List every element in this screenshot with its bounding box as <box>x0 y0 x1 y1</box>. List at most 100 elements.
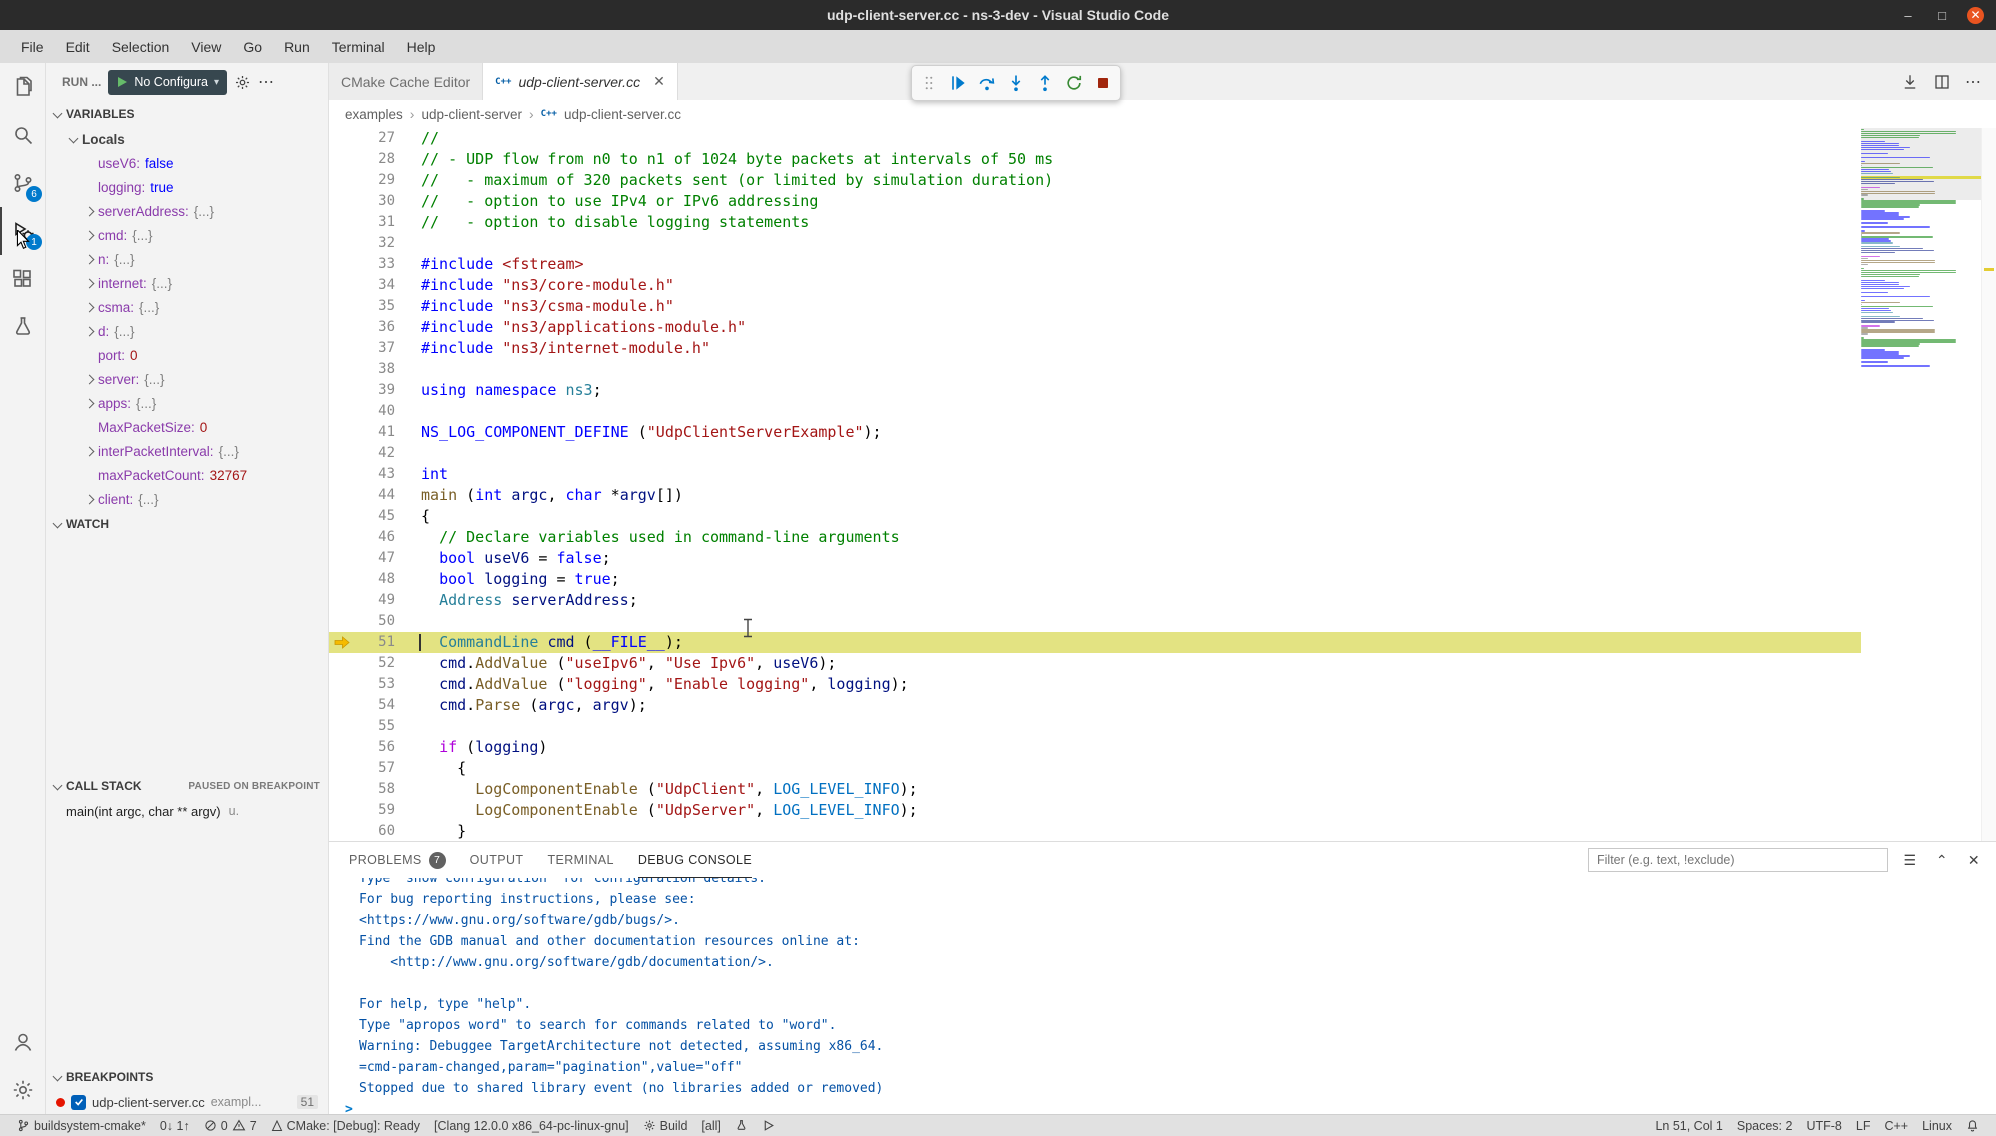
code-line[interactable]: 50 <box>329 611 1861 632</box>
breakpoint-gutter[interactable] <box>329 590 355 611</box>
code-line[interactable]: 60 } <box>329 821 1861 841</box>
breakpoint-gutter[interactable] <box>329 443 355 464</box>
os-item[interactable]: Linux <box>1915 1115 1959 1136</box>
code-line[interactable]: 53 cmd.AddValue ("logging", "Enable logg… <box>329 674 1861 695</box>
code-lines[interactable]: 27//28// - UDP flow from n0 to n1 of 102… <box>329 128 1861 841</box>
breakpoint-gutter[interactable] <box>329 779 355 800</box>
activity-extensions[interactable] <box>0 255 45 303</box>
breakpoint-gutter[interactable] <box>329 317 355 338</box>
code-line[interactable]: 44main (int argc, char *argv[]) <box>329 485 1861 506</box>
overview-ruler[interactable] <box>1981 128 1996 841</box>
cmake-kit-item[interactable]: [Clang 12.0.0 x86_64-pc-linux-gnu] <box>427 1115 636 1136</box>
variable-row[interactable]: d:{...} <box>46 319 328 343</box>
close-button[interactable]: ✕ <box>1967 7 1984 24</box>
variable-row[interactable]: useV6:false <box>46 151 328 175</box>
menu-selection[interactable]: Selection <box>101 30 181 63</box>
code-line[interactable]: 57 { <box>329 758 1861 779</box>
breakpoint-row[interactable]: udp-client-server.cc exampl... 51 <box>46 1090 328 1114</box>
code-line[interactable]: 38 <box>329 359 1861 380</box>
menu-edit[interactable]: Edit <box>55 30 101 63</box>
breakpoint-gutter[interactable] <box>329 800 355 821</box>
breakpoint-gutter[interactable] <box>329 506 355 527</box>
activity-accounts[interactable] <box>0 1018 45 1066</box>
code-line[interactable]: 32 <box>329 233 1861 254</box>
code-line[interactable]: 46 // Declare variables used in command-… <box>329 527 1861 548</box>
breakpoint-gutter[interactable] <box>329 695 355 716</box>
variable-row[interactable]: interPacketInterval:{...} <box>46 439 328 463</box>
language-mode-item[interactable]: C++ <box>1877 1115 1915 1136</box>
code-line[interactable]: 39using namespace ns3; <box>329 380 1861 401</box>
variable-row[interactable]: logging:true <box>46 175 328 199</box>
stack-frame[interactable]: main(int argc, char ** argv) u. <box>46 799 328 823</box>
breakpoint-gutter[interactable] <box>329 653 355 674</box>
stop-button[interactable] <box>1090 70 1116 96</box>
breakpoint-gutter[interactable] <box>329 359 355 380</box>
cursor-position-item[interactable]: Ln 51, Col 1 <box>1648 1115 1729 1136</box>
code-line[interactable]: 51 CommandLine cmd (__FILE__); <box>329 632 1861 653</box>
activity-testing[interactable] <box>0 303 45 351</box>
ctest-item[interactable] <box>728 1115 755 1136</box>
code-line[interactable]: 49 Address serverAddress; <box>329 590 1861 611</box>
variable-row[interactable]: n:{...} <box>46 247 328 271</box>
activity-run-debug[interactable]: 1 <box>0 207 45 255</box>
breakpoint-gutter[interactable] <box>329 569 355 590</box>
launch-config-dropdown[interactable]: No Configura ▾ <box>108 70 227 95</box>
breakpoint-gutter[interactable] <box>329 737 355 758</box>
variable-row[interactable]: apps:{...} <box>46 391 328 415</box>
breakpoint-gutter[interactable] <box>329 212 355 233</box>
breakpoint-gutter[interactable] <box>329 254 355 275</box>
code-line[interactable]: 30// - option to use IPv4 or IPv6 addres… <box>329 191 1861 212</box>
step-out-button[interactable] <box>1032 70 1058 96</box>
breakpoint-gutter[interactable] <box>329 674 355 695</box>
code-line[interactable]: 47 bool useV6 = false; <box>329 548 1861 569</box>
tab-udp-client-server[interactable]: C++ udp-client-server.cc ✕ <box>483 63 678 100</box>
code-line[interactable]: 42 <box>329 443 1861 464</box>
clear-console-icon[interactable]: ☰ <box>1900 852 1920 869</box>
menu-view[interactable]: View <box>180 30 232 63</box>
code-line[interactable]: 31// - option to disable logging stateme… <box>329 212 1861 233</box>
variable-row[interactable]: cmd:{...} <box>46 223 328 247</box>
tab-output[interactable]: OUTPUT <box>470 842 524 878</box>
breakpoint-gutter[interactable] <box>329 380 355 401</box>
console-filter-input[interactable] <box>1588 848 1888 872</box>
build-target-item[interactable]: [all] <box>694 1115 727 1136</box>
breadcrumb-item[interactable]: examples <box>345 107 403 122</box>
scope-locals[interactable]: Locals <box>46 127 328 151</box>
variable-row[interactable]: csma:{...} <box>46 295 328 319</box>
close-tab-icon[interactable]: ✕ <box>653 73 665 90</box>
menu-run[interactable]: Run <box>273 30 321 63</box>
code-line[interactable]: 27// <box>329 128 1861 149</box>
breakpoint-gutter[interactable] <box>329 758 355 779</box>
activity-search[interactable] <box>0 111 45 159</box>
cmake-status-item[interactable]: CMake: [Debug]: Ready <box>264 1115 427 1136</box>
tab-debug-console[interactable]: DEBUG CONSOLE <box>638 842 752 878</box>
activity-explorer[interactable] <box>0 63 45 111</box>
more-actions-icon[interactable]: ⋯ <box>258 72 275 92</box>
minimap[interactable] <box>1861 128 1981 841</box>
maximize-panel-icon[interactable]: ⌃ <box>1932 852 1952 869</box>
close-panel-icon[interactable]: ✕ <box>1964 852 1984 869</box>
variable-row[interactable]: internet:{...} <box>46 271 328 295</box>
breakpoint-gutter[interactable] <box>329 275 355 296</box>
step-over-button[interactable] <box>974 70 1000 96</box>
code-line[interactable]: 54 cmd.Parse (argc, argv); <box>329 695 1861 716</box>
code-line[interactable]: 33#include <fstream> <box>329 254 1861 275</box>
restart-button[interactable] <box>1061 70 1087 96</box>
sync-item[interactable]: 0↓ 1↑ <box>153 1115 197 1136</box>
encoding-item[interactable]: UTF-8 <box>1799 1115 1848 1136</box>
section-variables[interactable]: VARIABLES <box>46 101 328 127</box>
run-file-icon[interactable] <box>1901 73 1919 91</box>
section-watch[interactable]: WATCH <box>46 511 328 537</box>
continue-button[interactable] <box>945 70 971 96</box>
code-line[interactable]: 43int <box>329 464 1861 485</box>
breakpoint-gutter[interactable] <box>329 422 355 443</box>
breakpoint-gutter[interactable] <box>329 527 355 548</box>
maximize-button[interactable]: □ <box>1933 6 1951 24</box>
breakpoint-gutter[interactable] <box>329 821 355 841</box>
cmake-build-item[interactable]: Build <box>636 1115 695 1136</box>
indentation-item[interactable]: Spaces: 2 <box>1730 1115 1800 1136</box>
breakpoint-gutter[interactable] <box>329 128 355 149</box>
code-line[interactable]: 29// - maximum of 320 packets sent (or l… <box>329 170 1861 191</box>
variable-row[interactable]: client:{...} <box>46 487 328 511</box>
code-editor[interactable]: 27//28// - UDP flow from n0 to n1 of 102… <box>329 128 1996 841</box>
